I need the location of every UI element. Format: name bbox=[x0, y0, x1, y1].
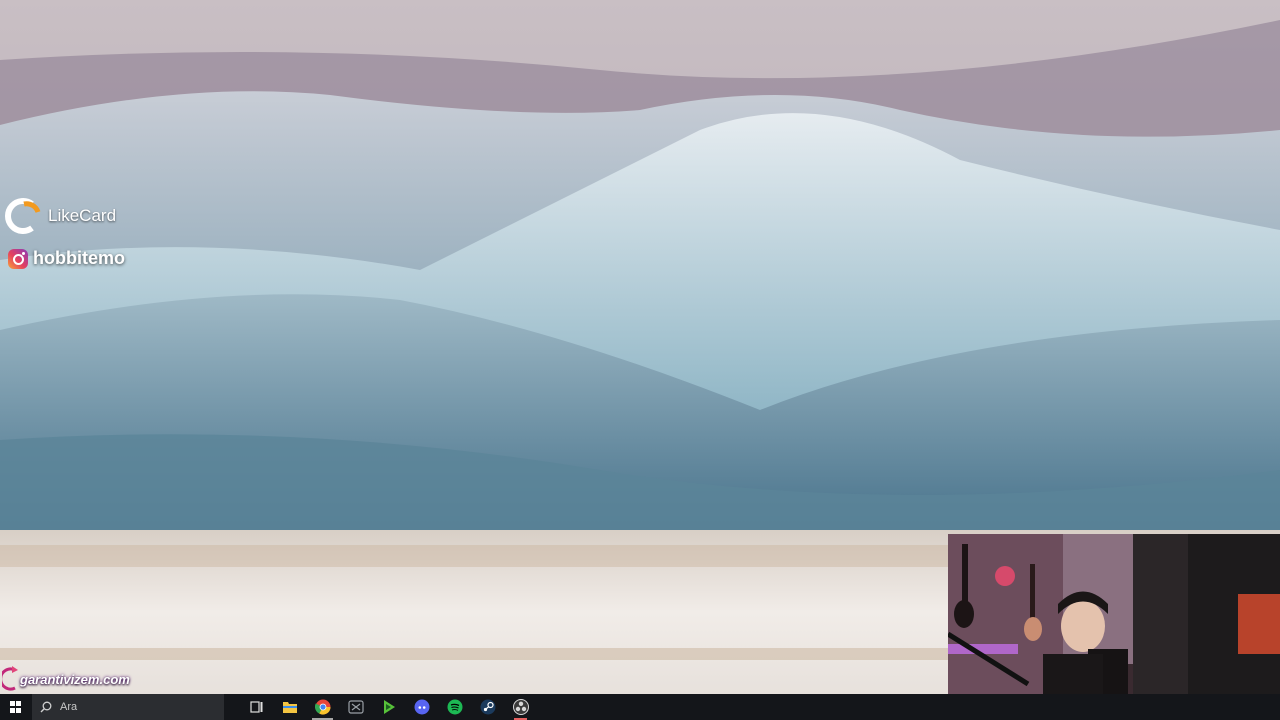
search-placeholder: Ara bbox=[60, 701, 78, 713]
likecard-label: LikeCard bbox=[48, 206, 117, 225]
discord-icon bbox=[414, 699, 429, 715]
taskbar-app-file-explorer[interactable] bbox=[273, 694, 306, 720]
taskbar-app-media-player[interactable] bbox=[372, 694, 405, 720]
instagram-branding: hobbitemo bbox=[8, 248, 125, 269]
taskbar-app-spotify[interactable] bbox=[438, 694, 471, 720]
garantivizem-branding: garantivizem.com bbox=[2, 664, 130, 694]
spotify-icon bbox=[447, 699, 462, 715]
play-icon bbox=[383, 700, 395, 714]
likecard-branding: LikeCard bbox=[2, 196, 116, 236]
garantivizem-logo-icon bbox=[2, 666, 18, 691]
chrome-icon bbox=[314, 699, 331, 715]
steam-icon bbox=[480, 699, 495, 715]
xbox-icon bbox=[347, 700, 364, 714]
taskbar-app-steam[interactable] bbox=[471, 694, 504, 720]
windows-taskbar: Ara bbox=[0, 694, 1280, 720]
taskbar-app-obs[interactable] bbox=[504, 694, 537, 720]
obs-icon bbox=[512, 699, 529, 715]
task-view-button[interactable] bbox=[240, 694, 273, 720]
start-button[interactable] bbox=[0, 694, 32, 720]
instagram-handle: hobbitemo bbox=[33, 248, 125, 268]
webcam-overlay bbox=[948, 534, 1280, 694]
folder-icon bbox=[282, 702, 297, 713]
windows-logo-icon bbox=[10, 701, 22, 713]
taskbar-search-box[interactable]: Ara bbox=[32, 694, 224, 720]
instagram-icon bbox=[8, 248, 28, 269]
task-view-icon bbox=[249, 701, 262, 713]
garantivizem-label: garantivizem.com bbox=[20, 671, 130, 687]
search-icon bbox=[40, 701, 52, 713]
likecard-logo-icon bbox=[5, 198, 41, 234]
taskbar-app-discord[interactable] bbox=[405, 694, 438, 720]
taskbar-app-xbox[interactable] bbox=[339, 694, 372, 720]
taskbar-app-chrome[interactable] bbox=[306, 694, 339, 720]
